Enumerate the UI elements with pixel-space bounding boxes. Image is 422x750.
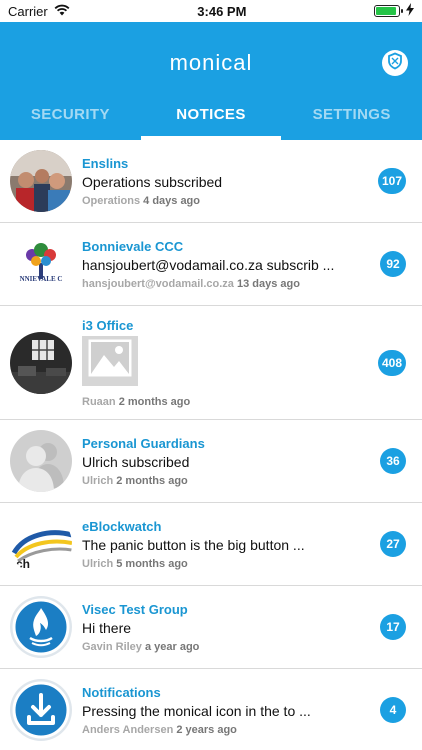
battery-icon [374, 5, 403, 17]
notice-count-badge: 92 [380, 251, 406, 277]
status-bar: Carrier 3:46 PM [0, 0, 422, 22]
carrier-label: Carrier [8, 3, 48, 19]
notice-meta: Ulrich 5 months ago [82, 558, 422, 570]
tab-bar: SECURITY NOTICES SETTINGS [0, 88, 422, 140]
notice-count-badge: 27 [380, 531, 406, 557]
notice-group-name: Notifications [82, 684, 161, 700]
notice-content: Notifications Pressing the monical icon … [82, 685, 422, 736]
notice-content: Enslins Operations subscribed Operations… [82, 156, 422, 207]
tree-logo-avatar: NNIEVALE C [10, 233, 72, 295]
notice-group-name: i3 Office [82, 317, 134, 333]
notice-time: 2 years ago [176, 723, 237, 736]
notice-time: 5 months ago [116, 557, 188, 570]
office-photo-avatar [10, 331, 72, 394]
notice-content: Personal Guardians Ulrich subscribed Ulr… [82, 436, 422, 487]
notice-message: hansjoubert@vodamail.co.za subscrib ... [82, 256, 335, 273]
notice-author: hansjoubert@vodamail.co.za [82, 277, 234, 290]
status-left: Carrier [8, 4, 70, 19]
status-right [374, 3, 414, 19]
group-photo-avatar [10, 150, 72, 212]
notice-group-name: eBlockwatch [82, 518, 162, 534]
notice-count-badge: 17 [380, 614, 406, 640]
eblockwatch-logo-avatar: ch [10, 513, 72, 575]
notice-content: i3 Office Ruaan 2 months ago [82, 318, 422, 408]
notice-author: Gavin Riley [82, 640, 142, 653]
notice-author: Ulrich [82, 557, 114, 570]
notice-row[interactable]: Visec Test Group Hi there Gavin Riley a … [0, 586, 422, 669]
wifi-icon [54, 4, 70, 19]
notice-message: Hi there [82, 619, 132, 636]
tree-logo-text: NNIEVALE C [19, 275, 63, 283]
notice-meta: Operations 4 days ago [82, 195, 422, 207]
people-placeholder-avatar [10, 430, 72, 492]
charging-icon [406, 3, 414, 19]
notice-time: 13 days ago [237, 277, 300, 290]
tab-notices[interactable]: NOTICES [140, 88, 282, 140]
shield-icon [386, 52, 404, 75]
notice-content: Bonnievale CCC hansjoubert@vodamail.co.z… [82, 239, 422, 290]
notice-time: a year ago [144, 640, 200, 653]
notice-group-name: Visec Test Group [82, 601, 188, 617]
notice-count-badge: 4 [380, 697, 406, 723]
notice-group-name: Personal Guardians [82, 435, 205, 451]
notice-list: Enslins Operations subscribed Operations… [0, 140, 422, 750]
notice-row[interactable]: ch eBlockwatch The panic button is the b… [0, 503, 422, 586]
image-icon [88, 339, 132, 382]
notice-time: 2 months ago [116, 474, 188, 487]
notice-meta: Ulrich 2 months ago [82, 475, 422, 487]
notice-time: 4 days ago [143, 194, 200, 207]
notice-group-name: Enslins [82, 155, 129, 171]
notice-message: Operations subscribed [82, 173, 223, 190]
download-logo-avatar [10, 679, 72, 741]
notice-author: Anders Andersen [82, 723, 174, 736]
flame-logo-avatar [10, 596, 72, 658]
notice-author: Operations [82, 194, 141, 207]
notice-author: Ruaan [82, 395, 116, 408]
shield-button[interactable] [382, 50, 408, 76]
notice-meta: Ruaan 2 months ago [82, 396, 422, 408]
tab-security[interactable]: SECURITY [0, 88, 141, 140]
notice-count-badge: 36 [380, 448, 406, 474]
attached-image[interactable] [82, 335, 138, 386]
clock: 3:46 PM [197, 3, 247, 19]
notice-group-name: Bonnievale CCC [82, 238, 184, 254]
eblockwatch-logo-text: ch [16, 557, 31, 571]
notice-meta: Anders Andersen 2 years ago [82, 724, 422, 736]
app-title: monical [169, 50, 253, 75]
notice-count-badge: 107 [377, 168, 406, 194]
notice-row[interactable]: Enslins Operations subscribed Operations… [0, 140, 422, 223]
notice-count-badge: 408 [377, 349, 406, 376]
notice-meta: hansjoubert@vodamail.co.za 13 days ago [82, 278, 422, 290]
notice-message: Pressing the monical icon in the to ... [82, 702, 311, 719]
notice-message: Ulrich subscribed [82, 453, 190, 470]
notice-content: Visec Test Group Hi there Gavin Riley a … [82, 602, 422, 653]
notice-message: The panic button is the big button ... [82, 536, 305, 553]
notice-meta: Gavin Riley a year ago [82, 641, 422, 653]
notice-content: eBlockwatch The panic button is the big … [82, 519, 422, 570]
notice-row[interactable]: NNIEVALE C Bonnievale CCC hansjoubert@vo… [0, 223, 422, 306]
notice-row[interactable]: Notifications Pressing the monical icon … [0, 669, 422, 750]
notice-row[interactable]: i3 Office Ruaan 2 months ago 408 [0, 306, 422, 420]
notice-row[interactable]: Personal Guardians Ulrich subscribed Ulr… [0, 420, 422, 503]
notice-author: Ulrich [82, 474, 114, 487]
notice-time: 2 months ago [118, 395, 191, 408]
app-header: monical SECURITY NOTICES SETTINGS [0, 22, 422, 140]
tab-settings[interactable]: SETTINGS [281, 88, 422, 140]
